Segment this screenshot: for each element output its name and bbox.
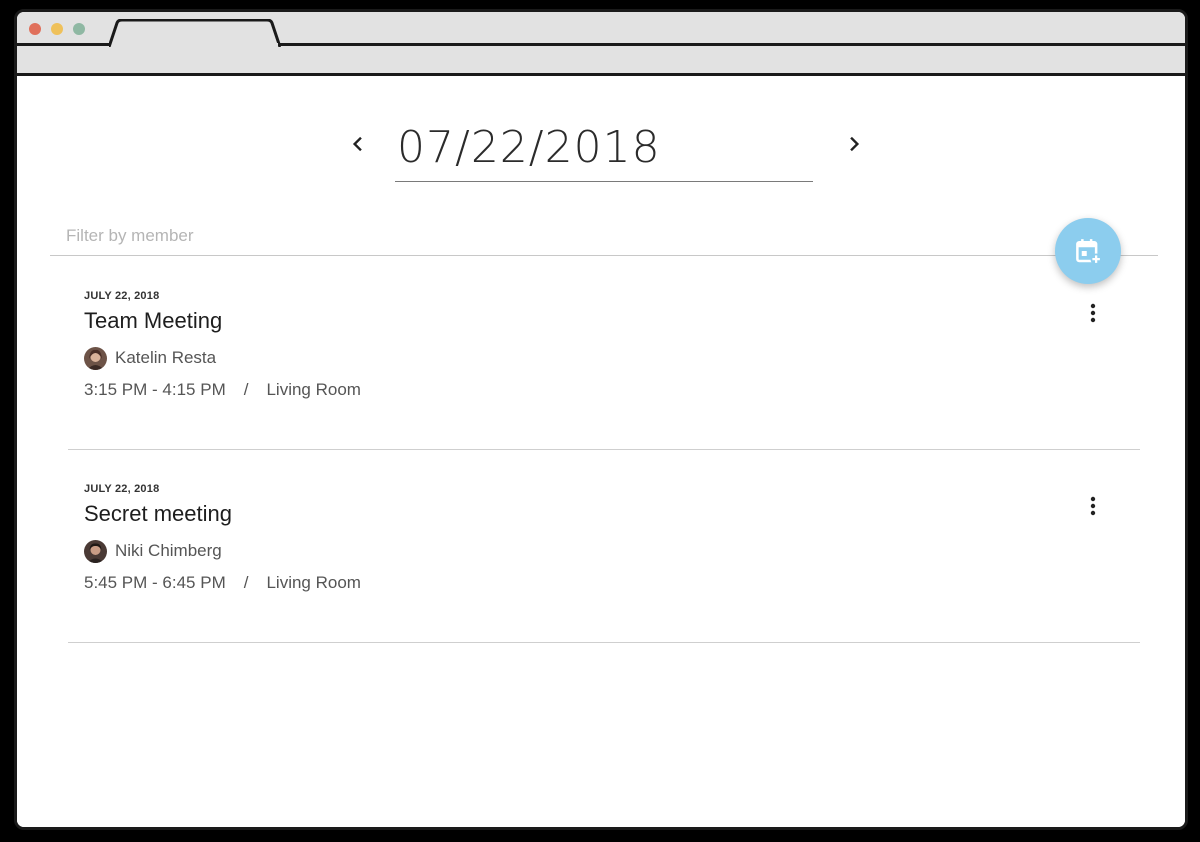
minimize-window-button[interactable] — [51, 23, 63, 35]
avatar — [84, 539, 107, 563]
separator: / — [243, 573, 249, 592]
date-navigator: 07/22/2018 — [337, 116, 877, 186]
close-window-button[interactable] — [29, 23, 41, 35]
event-date-label: JULY 22, 2018 — [84, 290, 160, 302]
filter-by-member-input[interactable] — [50, 220, 1068, 252]
event-time: 3:15 PM - 4:15 PM — [84, 380, 226, 399]
chevron-left-icon — [352, 136, 362, 152]
event-card[interactable]: JULY 22, 2018 Secret meeting Niki Chimbe… — [68, 463, 1140, 643]
event-time-location: 3:15 PM - 4:15 PM / Living Room — [84, 380, 361, 400]
event-title: Secret meeting — [84, 501, 232, 526]
current-date: 07/22/2018 — [397, 122, 661, 173]
previous-day-button[interactable] — [337, 124, 377, 164]
more-vert-icon — [1090, 303, 1096, 323]
member-name: Niki Chimberg — [115, 541, 222, 560]
browser-window: 07/22/2018 JULY 22, 2018 — [14, 9, 1188, 830]
event-title: Team Meeting — [84, 308, 223, 333]
event-member: Niki Chimberg — [84, 539, 222, 563]
member-name: Katelin Resta — [115, 348, 217, 367]
event-time-location: 5:45 PM - 6:45 PM / Living Room — [84, 573, 361, 593]
more-vert-icon — [1090, 496, 1096, 516]
next-day-button[interactable] — [835, 124, 875, 164]
event-card[interactable]: JULY 22, 2018 Team Meeting Katelin Resta… — [68, 270, 1140, 450]
chevron-right-icon — [850, 136, 860, 152]
date-field[interactable]: 07/22/2018 — [395, 116, 813, 182]
app-content: 07/22/2018 JULY 22, 2018 — [17, 76, 1185, 827]
event-date-label: JULY 22, 2018 — [84, 483, 160, 495]
avatar — [84, 346, 107, 370]
event-member: Katelin Resta — [84, 346, 216, 370]
event-menu-button[interactable] — [1078, 491, 1108, 521]
zoom-window-button[interactable] — [73, 23, 85, 35]
browser-tab[interactable] — [109, 19, 281, 47]
event-time: 5:45 PM - 6:45 PM — [84, 573, 226, 592]
event-location: Living Room — [266, 573, 361, 592]
separator: / — [243, 380, 249, 399]
event-location: Living Room — [266, 380, 361, 399]
title-bar — [17, 12, 1185, 76]
calendar-add-icon — [1076, 239, 1102, 265]
event-menu-button[interactable] — [1078, 298, 1108, 328]
member-filter — [50, 216, 1158, 256]
